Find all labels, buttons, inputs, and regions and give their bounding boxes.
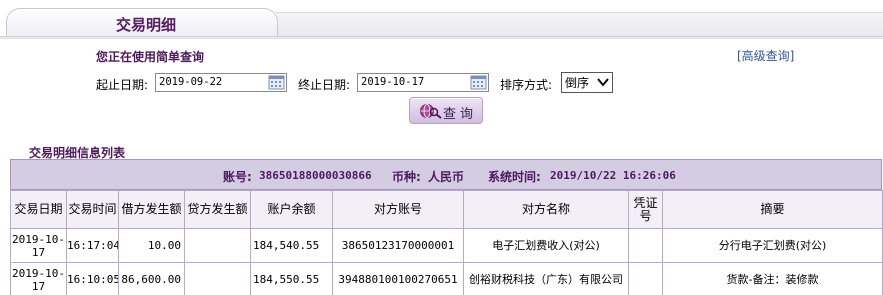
cell-time: 16:17:04 — [66, 228, 119, 263]
account-number: 38650188000030866 — [259, 169, 372, 182]
tab-strip-background — [276, 12, 883, 38]
sort-order-value: 倒序 — [565, 76, 590, 90]
cell-voucher — [628, 228, 663, 263]
column-header: 交易日期 — [10, 190, 67, 229]
query-mode-title: 您正在使用简单查询 — [96, 50, 205, 64]
calendar-icon[interactable] — [268, 74, 285, 90]
currency-value: 人民币 — [428, 170, 465, 184]
calendar-icon[interactable] — [470, 74, 487, 90]
cell-credit — [184, 228, 251, 263]
sort-order-select[interactable]: 倒序 — [561, 72, 613, 93]
cell-counter-account: 38650123170000001 — [332, 228, 464, 263]
column-header: 摘要 — [662, 190, 883, 229]
start-date-label: 起止日期: — [96, 78, 149, 92]
column-header: 账户余额 — [250, 190, 333, 229]
cell-debit: 86,600.00 — [118, 262, 185, 295]
cell-summary: 货款-备注：装修款 — [662, 262, 883, 295]
cell-summary: 分行电子汇划费(对公) — [662, 228, 883, 263]
cell-balance: 184,550.55 — [250, 262, 333, 295]
cell-debit: 10.00 — [118, 228, 185, 263]
column-header: 对方名称 — [463, 190, 629, 229]
cell-credit — [184, 262, 251, 295]
query-button-label: 查询 — [443, 107, 478, 122]
table-row[interactable]: 2019-10-17 16:17:04 10.00 184,540.55 386… — [10, 228, 883, 263]
cell-counter-name: 电子汇划费收入(对公) — [463, 228, 629, 263]
table-row[interactable]: 2019-10-17 16:10:05 86,600.00 184,550.55… — [10, 262, 883, 295]
globe-search-icon — [420, 104, 442, 119]
account-summary-bar: 账号: 38650188000030866 币种: 人民币 系统时间: 2019… — [10, 159, 882, 190]
column-header: 凭证号 — [628, 190, 663, 229]
cell-counter-account: 394880100100270651 — [332, 262, 464, 295]
tab-title: 交易明细 — [116, 16, 177, 34]
table-header-row: 交易日期 交易时间 借方发生额 贷方发生额 账户余额 对方账号 对方名称 凭证号… — [10, 190, 883, 229]
cell-voucher — [628, 262, 663, 295]
cell-time: 16:10:05 — [66, 262, 119, 295]
sort-order-label: 排序方式: — [500, 78, 553, 92]
tab-divider — [0, 36, 883, 39]
cell-balance: 184,540.55 — [250, 228, 333, 263]
cell-date: 2019-10-17 — [10, 228, 67, 263]
system-time-value: 2019/10/22 16:26:06 — [550, 169, 676, 182]
query-button[interactable]: 查询 — [409, 97, 483, 124]
cell-date: 2019-10-17 — [10, 262, 67, 295]
currency-label: 币种: — [392, 170, 421, 184]
column-header: 交易时间 — [66, 190, 119, 229]
chevron-down-icon — [597, 78, 609, 87]
transaction-table: 交易日期 交易时间 借方发生额 贷方发生额 账户余额 对方账号 对方名称 凭证号… — [10, 190, 883, 295]
account-label: 账号: — [223, 170, 252, 184]
column-header: 贷方发生额 — [184, 190, 251, 229]
end-date-label: 终止日期: — [298, 78, 351, 92]
column-header: 对方账号 — [332, 190, 464, 229]
cell-counter-name: 创裕财税科技（广东）有限公司 — [463, 262, 629, 295]
column-header: 借方发生额 — [118, 190, 185, 229]
system-time-label: 系统时间: — [488, 170, 541, 184]
advanced-query-link[interactable]: [高级查询] — [737, 47, 794, 64]
tab-strip: 交易明细 — [0, 0, 883, 39]
